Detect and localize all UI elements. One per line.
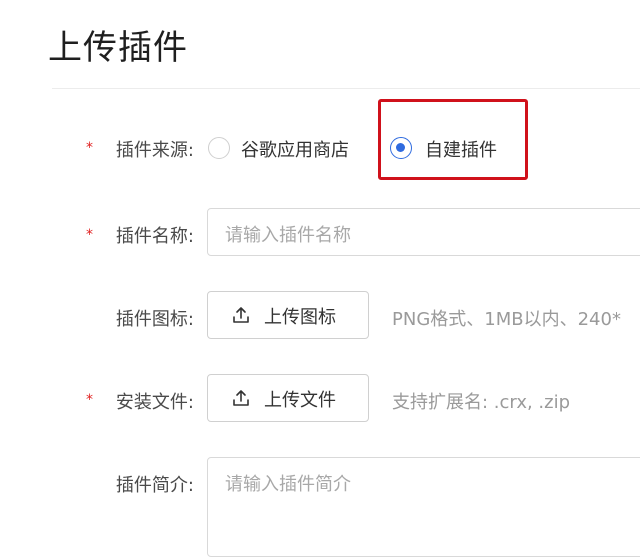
title-divider [52,88,640,89]
radio-self-built[interactable] [390,137,412,159]
source-label: 插件来源: [115,140,194,161]
required-mark: * [86,140,93,156]
upload-file-button-label: 上传文件 [264,390,336,411]
upload-icon-button-label: 上传图标 [264,307,336,328]
plugin-intro-placeholder: 请输入插件简介 [225,474,351,495]
required-mark: * [86,392,93,408]
required-mark: * [86,227,93,243]
plugin-intro-textarea[interactable]: 请输入插件简介 [207,457,640,557]
icon-hint: PNG格式、1MB以内、240* [392,309,621,330]
plugin-name-placeholder: 请输入插件名称 [225,225,351,246]
upload-icon [233,307,249,323]
radio-self-built-label[interactable]: 自建插件 [425,136,497,162]
install-file-label: 安装文件: [115,392,194,413]
radio-google-store-label[interactable]: 谷歌应用商店 [241,136,349,162]
upload-file-button[interactable]: 上传文件 [207,374,369,422]
plugin-name-input[interactable]: 请输入插件名称 [207,208,640,256]
intro-label: 插件简介: [115,475,194,496]
radio-google-store[interactable] [208,137,230,159]
install-file-hint: 支持扩展名: .crx, .zip [392,392,571,413]
icon-label: 插件图标: [115,309,194,330]
page-title: 上传插件 [48,28,188,68]
name-label: 插件名称: [115,226,194,247]
upload-icon [233,390,249,406]
upload-icon-button[interactable]: 上传图标 [207,291,369,339]
